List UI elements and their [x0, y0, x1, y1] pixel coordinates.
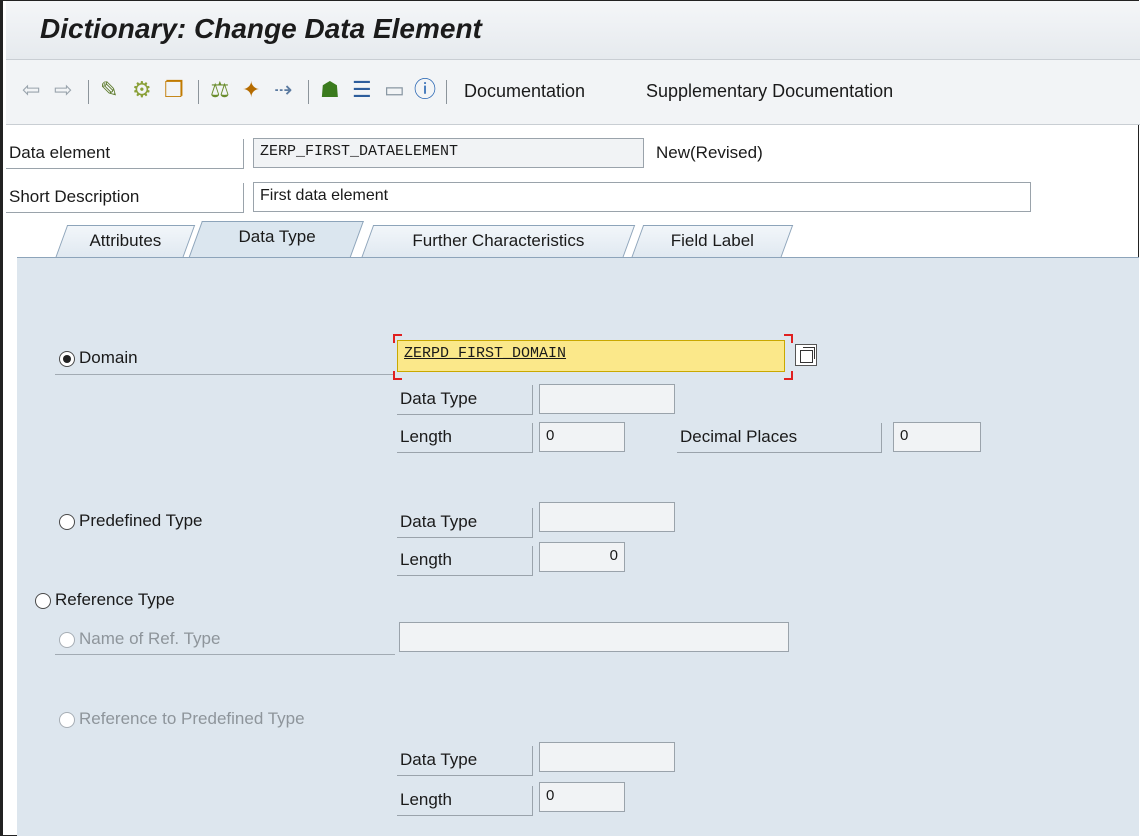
domain-underline [55, 374, 395, 375]
page-title: Dictionary: Change Data Element [40, 13, 482, 44]
toolbar-separator [198, 80, 199, 104]
domain-input[interactable]: ZERPD_FIRST_DOMAIN [397, 340, 785, 372]
reference-type-radio[interactable] [35, 593, 51, 609]
ref-data-type-field [539, 742, 675, 772]
predefined-data-type-field [539, 502, 675, 532]
tab-field-label[interactable]: Field Label [630, 225, 794, 259]
documentation-button[interactable]: Documentation [464, 81, 585, 102]
tab-label: Data Type [238, 227, 316, 246]
predefined-length-field: 0 [539, 542, 625, 572]
title-bar: Dictionary: Change Data Element [6, 1, 1140, 60]
navigation-icon[interactable]: ⇢ [274, 78, 292, 102]
hierarchy-icon[interactable]: ☗ [320, 78, 340, 102]
name-of-ref-type-label: Name of Ref. Type [79, 629, 221, 648]
list-icon[interactable]: ☰ [352, 78, 372, 102]
predefined-data-type-label: Data Type [400, 512, 478, 531]
domain-data-type-label-box: Data Type [397, 385, 533, 415]
name-of-ref-underline [55, 654, 395, 655]
tab-data-type[interactable]: Data Type [188, 221, 364, 259]
copy-icon[interactable] [795, 344, 817, 366]
required-marker [393, 371, 402, 380]
domain-field-wrapper: ZERPD_FIRST_DOMAIN [393, 334, 793, 380]
application-toolbar: ⇦ ⇨ ✎ ⚙ ❐ ⚖ ✦ ⇢ ☗ ☰ ▭ ⓘ Documentation Su… [6, 60, 1140, 125]
data-type-panel: Domain ZERPD_FIRST_DOMAIN Data Type Leng… [17, 257, 1139, 836]
predefined-type-label: Predefined Type [79, 511, 203, 530]
toolbar-separator [88, 80, 89, 104]
activate-icon[interactable]: ⚖ [210, 78, 230, 102]
supplementary-documentation-button[interactable]: Supplementary Documentation [646, 81, 893, 102]
name-of-ref-type-field [399, 622, 789, 652]
data-element-field[interactable]: ZERP_FIRST_DATAELEMENT [253, 138, 644, 168]
toolbar-separator [308, 80, 309, 104]
tab-label: Further Characteristics [412, 231, 585, 250]
predefined-data-type-label-box: Data Type [397, 508, 533, 538]
tab-label: Field Label [670, 231, 754, 250]
data-element-label-box: Data element [6, 139, 244, 169]
domain-length-label: Length [400, 427, 452, 446]
ref-length-label: Length [400, 790, 452, 809]
decimal-places-label-box: Decimal Places [677, 423, 882, 453]
other-object-icon[interactable]: ⚙ [132, 78, 152, 102]
domain-data-type-label: Data Type [400, 389, 478, 408]
predefined-length-label: Length [400, 550, 452, 569]
required-marker [784, 371, 793, 380]
where-used-icon[interactable]: ✦ [242, 78, 260, 102]
tab-label: Attributes [89, 231, 162, 250]
tab-further-characteristics[interactable]: Further Characteristics [360, 225, 636, 259]
info-icon[interactable]: ⓘ [414, 78, 436, 102]
status-text: New(Revised) [656, 143, 763, 162]
short-description-label: Short Description [9, 187, 140, 206]
tab-strip: Attributes Data Type Further Characteris… [17, 219, 1137, 259]
check-icon[interactable]: ❐ [164, 78, 184, 102]
name-of-ref-type-radio [59, 632, 75, 648]
decimal-places-field: 0 [893, 422, 981, 452]
display-change-icon[interactable]: ✎ [100, 78, 118, 102]
short-description-field[interactable]: First data element [253, 182, 1031, 212]
required-marker [784, 334, 793, 343]
toolbar-separator [446, 80, 447, 104]
reference-to-predefined-label: Reference to Predefined Type [79, 709, 305, 728]
reference-to-predefined-radio [59, 712, 75, 728]
window-frame: Dictionary: Change Data Element ⇦ ⇨ ✎ ⚙ … [0, 0, 1140, 836]
ref-data-type-label: Data Type [400, 750, 478, 769]
short-description-label-box: Short Description [6, 183, 244, 213]
domain-data-type-field [539, 384, 675, 414]
reference-type-label: Reference Type [55, 590, 175, 609]
ref-length-label-box: Length [397, 786, 533, 816]
ref-data-type-label-box: Data Type [397, 746, 533, 776]
domain-length-label-box: Length [397, 423, 533, 453]
data-element-label: Data element [9, 143, 111, 162]
predefined-length-label-box: Length [397, 546, 533, 576]
back-arrow-icon[interactable]: ⇦ [22, 78, 40, 102]
domain-length-field: 0 [539, 422, 625, 452]
domain-radio[interactable] [59, 351, 75, 367]
decimal-places-label: Decimal Places [680, 427, 798, 446]
blank-box-icon[interactable]: ▭ [384, 78, 405, 102]
domain-label: Domain [79, 348, 138, 367]
predefined-type-radio[interactable] [59, 514, 75, 530]
ref-length-field: 0 [539, 782, 625, 812]
forward-arrow-icon[interactable]: ⇨ [54, 78, 72, 102]
tab-attributes[interactable]: Attributes [54, 225, 196, 259]
